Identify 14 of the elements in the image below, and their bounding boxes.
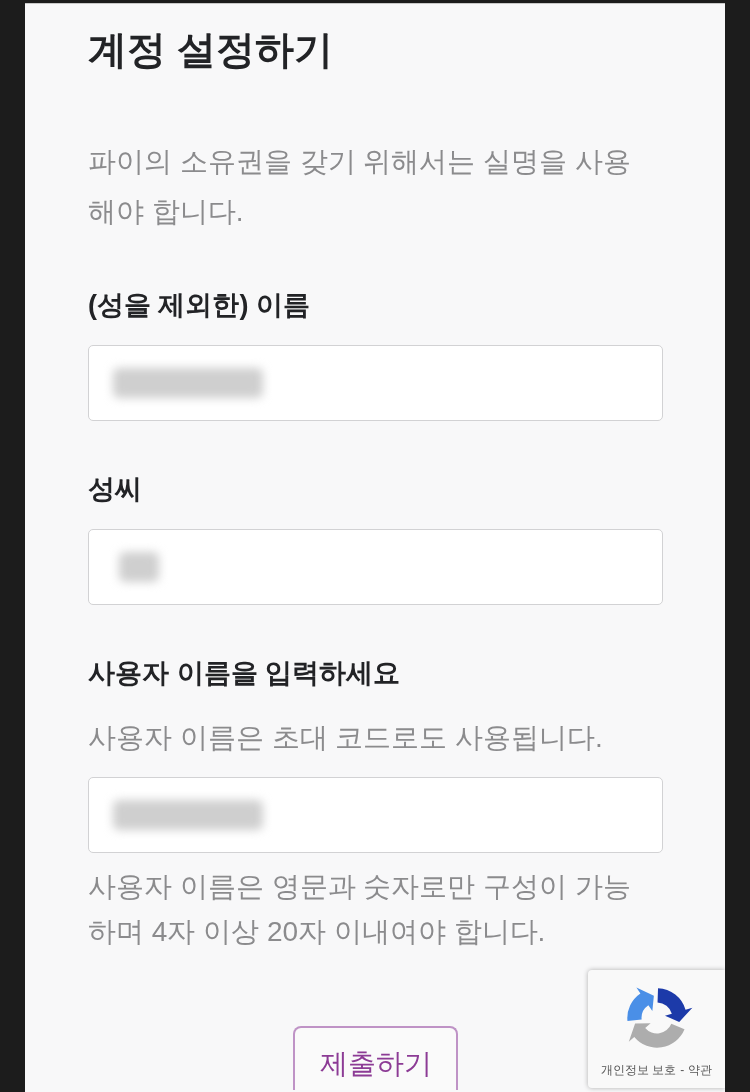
field-hint: 사용자 이름은 초대 코드로도 사용됩니다. [88, 721, 604, 755]
privacy-link[interactable]: 개인정보 보호 [600, 1062, 677, 1078]
terms-link[interactable]: 약관 [688, 1062, 713, 1078]
field-label: (성을 제외한) 이름 [88, 289, 311, 322]
field-label: 성씨 [88, 473, 143, 506]
separator-text: - [680, 1062, 685, 1078]
field-label: 사용자 이름을 입력하세요 [88, 657, 401, 690]
text-field[interactable] [88, 529, 663, 605]
field-note: 사용자 이름은 영문과 숫자로만 구성이 가능하며 4자 이상 20자 이내여야 합니다. [88, 870, 632, 949]
page-title: 계정 설정하기 [88, 27, 334, 73]
text-field[interactable] [88, 777, 663, 853]
submit-button[interactable]: 제출하기 [293, 1026, 458, 1090]
intro-text: 파이의 소유권을 갖기 위해서는 실명을 사용해야 합니다. [88, 145, 632, 229]
text-field[interactable] [88, 345, 663, 421]
